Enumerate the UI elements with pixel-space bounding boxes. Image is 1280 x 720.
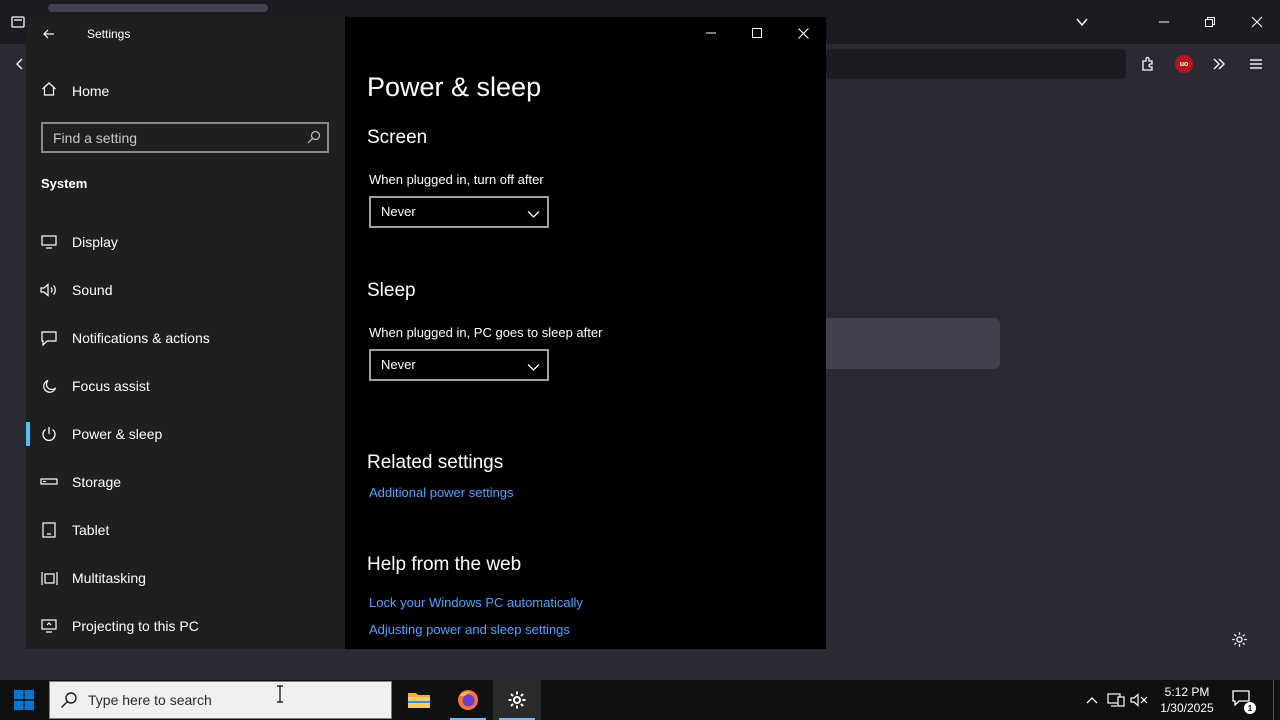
browser-close-icon[interactable] xyxy=(1247,12,1267,32)
chevron-down-icon xyxy=(527,206,540,224)
back-button[interactable] xyxy=(38,25,60,43)
tablet-icon xyxy=(40,521,58,539)
search-icon[interactable] xyxy=(307,130,321,149)
dropdown-value: Never xyxy=(381,357,416,372)
help-heading: Help from the web xyxy=(367,554,522,575)
sleep-heading: Sleep xyxy=(367,280,416,301)
search-input[interactable] xyxy=(53,128,293,148)
home-icon xyxy=(41,81,57,102)
display-icon xyxy=(40,233,58,251)
close-icon xyxy=(797,27,809,39)
taskbar-search-input[interactable] xyxy=(88,690,378,710)
extensions-icon[interactable] xyxy=(1138,54,1158,74)
taskbar-file-explorer[interactable] xyxy=(395,680,443,720)
maximize-button[interactable] xyxy=(734,17,780,49)
sidebar-item-focus-assist[interactable]: Focus assist xyxy=(26,366,345,406)
multitasking-icon xyxy=(40,569,58,587)
sidebar-item-sound[interactable]: Sound xyxy=(26,270,345,310)
related-settings-heading: Related settings xyxy=(367,452,504,473)
overflow-chevron-icon[interactable] xyxy=(1209,54,1229,74)
screen-timeout-label: When plugged in, turn off after xyxy=(369,172,544,187)
folder-icon xyxy=(408,693,430,708)
screen-timeout-dropdown[interactable]: Never xyxy=(369,196,549,228)
settings-window: Settings Home System Display Sound xyxy=(26,17,826,649)
notification-icon xyxy=(40,329,58,347)
home-nav-item[interactable]: Home xyxy=(41,81,109,101)
sidebar-item-label: Sound xyxy=(72,282,113,298)
section-heading: System xyxy=(41,176,88,191)
browser-tab[interactable] xyxy=(48,4,268,12)
speaker-icon xyxy=(40,281,58,299)
network-icon[interactable] xyxy=(1106,690,1126,710)
maximize-icon xyxy=(752,28,762,38)
text-cursor-icon xyxy=(276,685,284,706)
sidebar-item-label: Focus assist xyxy=(72,378,150,394)
show-hidden-icons-icon[interactable] xyxy=(1082,690,1102,710)
minimize-button[interactable] xyxy=(688,17,734,49)
browser-minimize-icon[interactable] xyxy=(1154,12,1174,32)
window-controls xyxy=(688,17,826,49)
selection-indicator xyxy=(26,422,30,446)
taskbar: 5:12 PM 1/30/2025 1 xyxy=(0,680,1280,720)
moon-icon xyxy=(40,377,58,395)
close-button[interactable] xyxy=(780,17,826,49)
taskbar-firefox[interactable] xyxy=(444,680,492,720)
projecting-icon xyxy=(40,617,58,635)
firefox-icon xyxy=(458,690,478,710)
tab-list-icon[interactable] xyxy=(8,12,28,32)
sidebar-item-label: Tablet xyxy=(72,522,110,538)
sidebar-item-storage[interactable]: Storage xyxy=(26,462,345,502)
browser-restore-icon[interactable] xyxy=(1200,12,1220,32)
taskbar-search-box[interactable] xyxy=(49,681,392,719)
sidebar-item-display[interactable]: Display xyxy=(26,222,345,262)
gear-icon xyxy=(508,691,526,709)
taskbar-settings[interactable] xyxy=(493,680,541,720)
sidebar-item-power-sleep[interactable]: Power & sleep xyxy=(26,414,345,454)
page-title: Power & sleep xyxy=(367,72,542,102)
list-all-tabs-icon[interactable] xyxy=(1072,12,1092,32)
sidebar-item-label: Multitasking xyxy=(72,570,146,586)
screen-heading: Screen xyxy=(367,127,428,148)
settings-nav-pane: Settings Home System Display Sound xyxy=(26,17,345,649)
power-icon xyxy=(40,425,58,443)
ublock-extension-icon[interactable]: uo xyxy=(1175,55,1193,73)
sidebar-item-label: Power & sleep xyxy=(72,426,163,442)
sidebar-item-label: Notifications & actions xyxy=(72,330,210,346)
home-label: Home xyxy=(72,83,110,99)
sidebar-item-label: Storage xyxy=(72,474,122,490)
gear-icon[interactable] xyxy=(1229,629,1249,649)
system-clock[interactable]: 5:12 PM 1/30/2025 xyxy=(1150,684,1224,716)
address-bar[interactable] xyxy=(826,49,1126,79)
sidebar-item-label: Display xyxy=(72,234,118,250)
sleep-timeout-dropdown[interactable]: Never xyxy=(369,349,549,381)
sidebar-item-multitasking[interactable]: Multitasking xyxy=(26,558,345,598)
dropdown-value: Never xyxy=(381,204,416,219)
additional-power-settings-link[interactable]: Additional power settings xyxy=(369,485,514,500)
find-setting-search[interactable] xyxy=(41,122,329,153)
volume-muted-icon[interactable] xyxy=(1129,690,1149,710)
sidebar-item-tablet[interactable]: Tablet xyxy=(26,510,345,550)
clock-time: 5:12 PM xyxy=(1164,685,1210,699)
chevron-down-icon xyxy=(527,359,540,377)
start-button[interactable] xyxy=(0,680,48,720)
hamburger-menu-icon[interactable] xyxy=(1246,54,1266,74)
windows-logo-icon xyxy=(14,690,34,710)
back-arrow-icon xyxy=(43,29,54,39)
help-link-power-sleep[interactable]: Adjusting power and sleep settings xyxy=(369,622,570,637)
minimize-icon xyxy=(706,32,716,34)
show-desktop-button[interactable] xyxy=(1273,680,1274,720)
action-center-button[interactable]: 1 xyxy=(1232,690,1256,714)
sidebar-item-notifications[interactable]: Notifications & actions xyxy=(26,318,345,358)
settings-content-pane: Power & sleep Screen When plugged in, tu… xyxy=(345,17,826,649)
help-link-lock-pc[interactable]: Lock your Windows PC automatically xyxy=(369,595,583,610)
notification-count-badge: 1 xyxy=(1244,702,1256,714)
browser-content-card[interactable] xyxy=(820,318,1000,369)
clock-date: 1/30/2025 xyxy=(1160,701,1214,715)
window-title: Settings xyxy=(87,27,131,41)
search-icon xyxy=(60,691,78,714)
sleep-timeout-label: When plugged in, PC goes to sleep after xyxy=(369,325,603,340)
storage-icon xyxy=(40,473,58,491)
sidebar-item-label: Projecting to this PC xyxy=(72,618,199,634)
sidebar-item-projecting[interactable]: Projecting to this PC xyxy=(26,606,345,646)
